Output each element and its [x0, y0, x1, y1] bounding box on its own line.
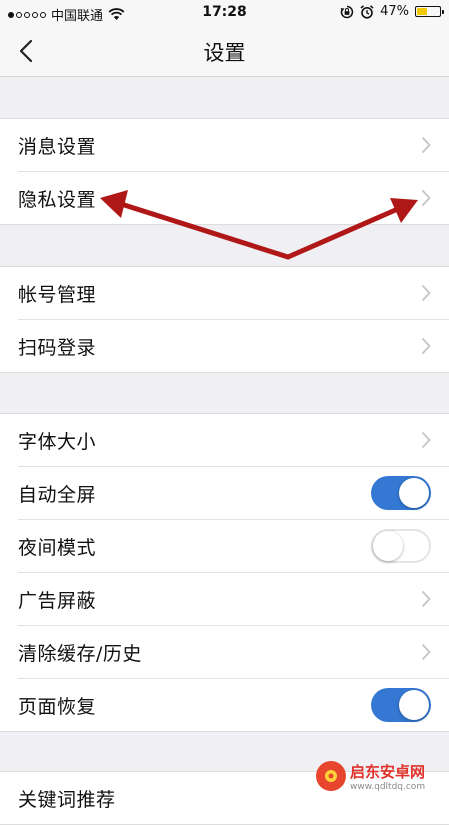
row-label: 关键词推荐 [18, 788, 116, 811]
row-label: 扫码登录 [18, 336, 97, 359]
settings-row-night-mode: 夜间模式 [18, 520, 449, 573]
battery-icon [415, 6, 444, 17]
settings-row-clear-cache[interactable]: 清除缓存/历史 [18, 626, 449, 679]
rotation-lock-icon [340, 5, 354, 18]
settings-row-privacy[interactable]: 隐私设置 [18, 172, 449, 224]
row-label: 夜间模式 [18, 536, 97, 559]
chevron-right-icon [421, 590, 431, 608]
chevron-right-icon [421, 643, 431, 661]
row-label: 自动全屏 [18, 483, 97, 506]
watermark-url: www.qdltdq.com [350, 781, 426, 792]
watermark-name: 启东安卓网 [350, 762, 426, 781]
settings-group-general: 消息设置 隐私设置 [0, 118, 449, 225]
row-label: 帐号管理 [18, 283, 97, 306]
settings-row-auto-fullscreen: 自动全屏 [18, 467, 449, 520]
chevron-right-icon [421, 431, 431, 449]
settings-row-page-restore: 页面恢复 [18, 679, 449, 731]
chevron-right-icon [421, 189, 431, 207]
alarm-icon [360, 4, 374, 19]
row-label: 页面恢复 [18, 695, 97, 718]
chevron-right-icon [421, 136, 431, 154]
settings-group-account: 帐号管理 扫码登录 [0, 266, 449, 373]
settings-group-display: 字体大小 自动全屏 夜间模式 广告屏蔽 清除缓存/历史 页面恢复 [0, 413, 449, 732]
settings-row-message[interactable]: 消息设置 [18, 119, 449, 172]
settings-row-account-management[interactable]: 帐号管理 [18, 267, 449, 320]
battery-level [417, 8, 427, 15]
settings-row-scan-login[interactable]: 扫码登录 [18, 320, 449, 372]
battery-tip [442, 10, 444, 14]
page-title: 设置 [203, 41, 246, 65]
auto-fullscreen-toggle[interactable] [371, 476, 431, 510]
toggle-knob [399, 690, 429, 720]
site-watermark: 启东安卓网 www.qdltdq.com [316, 752, 449, 800]
chevron-right-icon [421, 284, 431, 302]
row-label: 清除缓存/历史 [18, 642, 142, 665]
watermark-text: 启东安卓网 www.qdltdq.com [350, 761, 425, 792]
night-mode-toggle[interactable] [371, 529, 431, 563]
toggle-knob [373, 531, 403, 561]
row-label: 字体大小 [18, 430, 97, 453]
watermark-logo-icon [316, 761, 346, 791]
settings-row-ad-block[interactable]: 广告屏蔽 [18, 573, 449, 626]
settings-row-font-size[interactable]: 字体大小 [18, 414, 449, 467]
status-bar: 中国联通 17:28 47% [0, 0, 449, 26]
row-label: 广告屏蔽 [18, 589, 97, 612]
page-restore-toggle[interactable] [371, 688, 431, 722]
row-label: 消息设置 [18, 135, 97, 158]
navigation-bar: 设置 [0, 26, 449, 77]
battery-percent: 47% [380, 4, 409, 19]
row-label: 隐私设置 [18, 188, 97, 211]
chevron-right-icon [421, 337, 431, 355]
toggle-knob [399, 478, 429, 508]
status-right: 47% [340, 4, 444, 19]
